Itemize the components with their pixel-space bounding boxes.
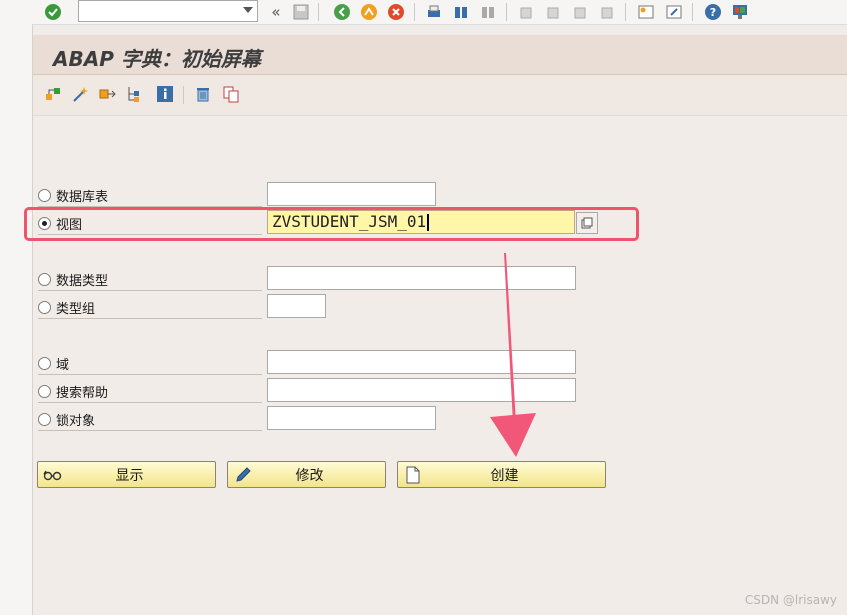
- hierarchy-icon[interactable]: [124, 84, 144, 104]
- print-icon[interactable]: [424, 2, 444, 22]
- type-group-input[interactable]: [267, 294, 326, 318]
- option-search-help[interactable]: 搜索帮助: [38, 380, 262, 403]
- highlight-box: [24, 207, 639, 241]
- option-data-type[interactable]: 数据类型: [38, 268, 262, 291]
- last-page-icon[interactable]: [597, 2, 617, 22]
- exit-icon[interactable]: [359, 2, 379, 22]
- copy-icon[interactable]: [221, 84, 241, 104]
- option-lock-object[interactable]: 锁对象: [38, 408, 262, 431]
- system-toolbar: « ?: [0, 0, 847, 25]
- delete-icon[interactable]: [193, 84, 213, 104]
- display-button-label: 显示: [115, 467, 144, 484]
- option-label: 锁对象: [56, 413, 96, 429]
- watermark: CSDN @lrisawy: [744, 593, 837, 607]
- option-label: 数据类型: [56, 273, 109, 289]
- find-next-icon[interactable]: [478, 2, 498, 22]
- shortcut-icon[interactable]: [664, 2, 684, 22]
- option-database-table[interactable]: 数据库表: [38, 184, 262, 207]
- find-icon[interactable]: [451, 2, 471, 22]
- option-label: 类型组: [56, 301, 96, 317]
- first-page-icon[interactable]: [516, 2, 536, 22]
- option-domain[interactable]: 域: [38, 352, 262, 375]
- new-document-icon: [402, 464, 424, 486]
- create-button[interactable]: 创建: [397, 461, 606, 488]
- cancel-icon[interactable]: [386, 2, 406, 22]
- option-label: 域: [56, 357, 70, 373]
- new-session-icon[interactable]: [636, 2, 656, 22]
- layout-menu-icon[interactable]: [730, 2, 750, 22]
- display-button[interactable]: 显示: [37, 461, 216, 488]
- chevron-down-icon[interactable]: [243, 7, 253, 13]
- create-button-label: 创建: [490, 467, 519, 484]
- collapse-icon[interactable]: «: [266, 2, 286, 22]
- title-bar: ABAP 字典：初始屏幕: [33, 35, 847, 75]
- radio-type-group[interactable]: [38, 300, 51, 314]
- change-button[interactable]: 修改: [227, 461, 386, 488]
- radio-database-table[interactable]: [38, 188, 51, 202]
- annotation-arrow: [490, 253, 536, 457]
- object-list-icon[interactable]: [43, 84, 63, 104]
- activate-icon[interactable]: [97, 84, 117, 104]
- check-icon[interactable]: [70, 84, 90, 104]
- command-field[interactable]: [78, 0, 258, 22]
- save-icon[interactable]: [291, 2, 311, 22]
- previous-page-icon[interactable]: [543, 2, 563, 22]
- glasses-icon: [42, 464, 64, 486]
- next-page-icon[interactable]: [570, 2, 590, 22]
- enter-icon[interactable]: [43, 2, 63, 22]
- option-type-group[interactable]: 类型组: [38, 296, 262, 319]
- radio-lock-object[interactable]: [38, 412, 51, 426]
- option-label: 数据库表: [56, 189, 109, 205]
- radio-data-type[interactable]: [38, 272, 51, 286]
- radio-search-help[interactable]: [38, 384, 51, 398]
- database-table-input[interactable]: [267, 182, 436, 206]
- back-icon[interactable]: [332, 2, 352, 22]
- application-toolbar: [33, 75, 847, 116]
- change-button-label: 修改: [295, 467, 324, 484]
- page-title: ABAP 字典：初始屏幕: [53, 47, 261, 71]
- lock-object-input[interactable]: [267, 406, 436, 430]
- radio-domain[interactable]: [38, 356, 51, 370]
- option-label: 搜索帮助: [56, 385, 109, 401]
- svg-text:?: ?: [710, 6, 716, 19]
- left-panel: [0, 24, 33, 615]
- pencil-icon: [232, 464, 254, 486]
- help-icon[interactable]: ?: [703, 2, 723, 22]
- info-icon[interactable]: [155, 84, 175, 104]
